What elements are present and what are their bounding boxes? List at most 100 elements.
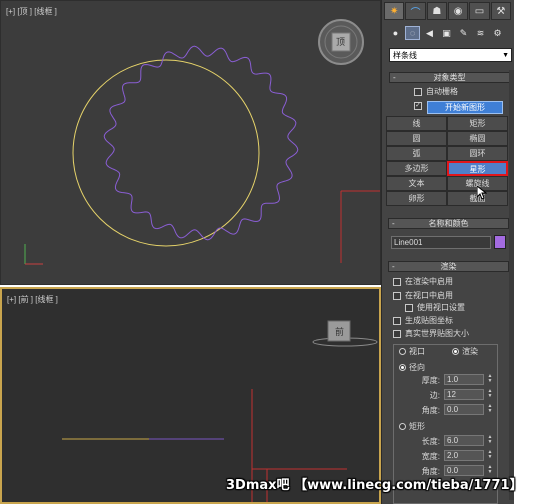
- motion-icon: ◉: [453, 5, 463, 17]
- sun-icon: ✷: [389, 5, 399, 17]
- command-tabs: ✷ ⌒ ☗ ◉ ▭ ⚒: [384, 2, 512, 21]
- helpers-subtab[interactable]: ✎: [456, 26, 471, 40]
- checkbox-box: [393, 277, 401, 286]
- radial-radio-label: 径向: [409, 363, 425, 372]
- shapes-subtab[interactable]: ◌: [405, 26, 420, 40]
- checkbox-box: [405, 303, 413, 312]
- geometry-icon: ●: [392, 28, 399, 38]
- circle-shape: [72, 59, 260, 247]
- shapes-icon: ◌: [409, 28, 416, 38]
- real-world-map-size-checkbox[interactable]: 真实世界贴图大小: [393, 328, 469, 339]
- checkbox-box: [414, 87, 422, 96]
- lights-subtab[interactable]: ◀: [422, 26, 437, 40]
- utilities-tab[interactable]: ⚒: [490, 2, 511, 20]
- enable-in-viewport-label: 在视口中启用: [405, 291, 453, 300]
- checkbox-box: ✓: [414, 102, 422, 110]
- rectangular-radio[interactable]: 矩形: [399, 421, 425, 432]
- curve-icon: ⌒: [410, 7, 421, 19]
- spinner-arrows-icon[interactable]: ▲ ▼: [486, 450, 494, 461]
- angle-spinner[interactable]: 0.0: [444, 404, 484, 415]
- cameras-icon: ▣: [442, 27, 451, 38]
- width-spinner[interactable]: 2.0: [444, 450, 484, 461]
- create-subtabs: ● ◌ ◀ ▣ ✎ ≋ ⚙: [388, 26, 512, 41]
- sides-label: 边:: [429, 391, 440, 400]
- use-viewport-settings-checkbox[interactable]: 使用视口设置: [405, 302, 465, 313]
- length-label: 长度:: [421, 437, 440, 446]
- viewport-radio-label: 视口: [409, 347, 425, 356]
- category-value: 样条线: [393, 51, 417, 60]
- width-label: 宽度:: [421, 452, 440, 461]
- chevron-down-icon: ▼: [502, 52, 509, 59]
- display-tab[interactable]: ▭: [469, 2, 490, 20]
- radio-dot: [399, 364, 406, 371]
- object-color-swatch[interactable]: [494, 235, 506, 249]
- renderer-radio[interactable]: 渲染: [452, 346, 478, 357]
- checkbox-box: [393, 329, 401, 338]
- radial-radio[interactable]: 径向: [399, 362, 425, 373]
- angle-label: 角度:: [421, 406, 440, 415]
- ngon-button[interactable]: 多边形: [386, 161, 447, 176]
- display-icon: ▭: [474, 5, 485, 17]
- spinner-arrows-icon[interactable]: ▲ ▼: [486, 374, 494, 385]
- checkbox-box: [393, 316, 401, 325]
- circle-button[interactable]: 圆: [386, 131, 447, 146]
- generate-mapping-checkbox[interactable]: 生成贴图坐标: [393, 315, 453, 326]
- rectangular-radio-label: 矩形: [409, 422, 425, 431]
- radio-dot: [452, 348, 459, 355]
- arc-button[interactable]: 弧: [386, 146, 447, 161]
- collapse-icon: -: [392, 219, 395, 228]
- systems-icon: ⚙: [493, 27, 502, 38]
- thickness-spinner[interactable]: 1.0: [444, 374, 484, 385]
- auto-grid-checkbox[interactable]: 自动栅格: [414, 86, 458, 97]
- viewport-radio[interactable]: 视口: [399, 346, 425, 357]
- wrench-icon: ⚒: [496, 5, 506, 17]
- viewcube[interactable]: 顶: [317, 18, 365, 66]
- spinner-arrows-icon[interactable]: ▲ ▼: [486, 435, 494, 446]
- text-button[interactable]: 文本: [386, 176, 447, 191]
- enable-in-viewport-checkbox[interactable]: 在视口中启用: [393, 290, 453, 301]
- object-type-rollout-header[interactable]: - 对象类型: [389, 72, 510, 83]
- geometry-subtab[interactable]: ●: [388, 26, 403, 40]
- category-dropdown[interactable]: 样条线 ▼: [389, 48, 512, 62]
- rectangle-button[interactable]: 矩形: [447, 116, 508, 131]
- spacewarps-icon: ≋: [476, 27, 485, 38]
- egg-button[interactable]: 卵形: [386, 191, 447, 206]
- motion-tab[interactable]: ◉: [447, 2, 469, 20]
- rollout-title: 名称和颜色: [428, 219, 469, 228]
- star-button[interactable]: 星形: [447, 161, 508, 176]
- systems-subtab[interactable]: ⚙: [490, 26, 505, 40]
- front-viewport-canvas: [62, 320, 378, 502]
- hierarchy-tab[interactable]: ☗: [426, 2, 447, 20]
- enable-in-renderer-label: 在渲染中启用: [405, 277, 453, 286]
- object-type-buttons: 线 矩形 圆 椭圆 弧 圆环 多边形 星形 文本 螺旋线 卵形 截面: [386, 116, 510, 206]
- front-viewport[interactable]: [+] [前 ] [线框 ] 前: [0, 287, 381, 504]
- name-color-rollout-header[interactable]: - 名称和颜色: [388, 218, 509, 229]
- mouse-cursor-icon: [477, 186, 487, 200]
- create-tab[interactable]: ✷: [384, 2, 405, 20]
- rendering-rollout-header[interactable]: - 渲染: [388, 261, 509, 272]
- modify-tab[interactable]: ⌒: [405, 2, 426, 20]
- enable-in-renderer-checkbox[interactable]: 在渲染中启用: [393, 276, 453, 287]
- donut-button[interactable]: 圆环: [447, 146, 508, 161]
- spacewarps-subtab[interactable]: ≋: [473, 26, 488, 40]
- helpers-icon: ✎: [459, 27, 468, 38]
- viewcube-face[interactable]: 顶: [336, 35, 345, 48]
- thickness-label: 厚度:: [421, 376, 440, 385]
- cameras-subtab[interactable]: ▣: [439, 26, 454, 40]
- object-name-field[interactable]: Line001: [391, 236, 491, 249]
- star-shape: [103, 45, 299, 241]
- top-viewport[interactable]: [+] [顶 ] [线框 ] 顶: [0, 0, 381, 285]
- lights-icon: ◀: [426, 27, 433, 38]
- start-new-shape-button[interactable]: 开始新图形: [427, 101, 503, 114]
- spinner-arrows-icon[interactable]: ▲ ▼: [486, 404, 494, 415]
- ellipse-button[interactable]: 椭圆: [447, 131, 508, 146]
- start-new-shape-checkbox[interactable]: ✓: [414, 102, 426, 110]
- spinner-arrows-icon[interactable]: ▲ ▼: [486, 389, 494, 400]
- line-button[interactable]: 线: [386, 116, 447, 131]
- collapse-icon: -: [393, 73, 396, 82]
- sides-spinner[interactable]: 12: [444, 389, 484, 400]
- length-spinner[interactable]: 6.0: [444, 435, 484, 446]
- viewcube-face[interactable]: 前: [335, 325, 344, 338]
- watermark: 3Dmax吧 【www.linecg.com/tieba/1771】: [226, 478, 523, 493]
- radio-dot: [399, 348, 406, 355]
